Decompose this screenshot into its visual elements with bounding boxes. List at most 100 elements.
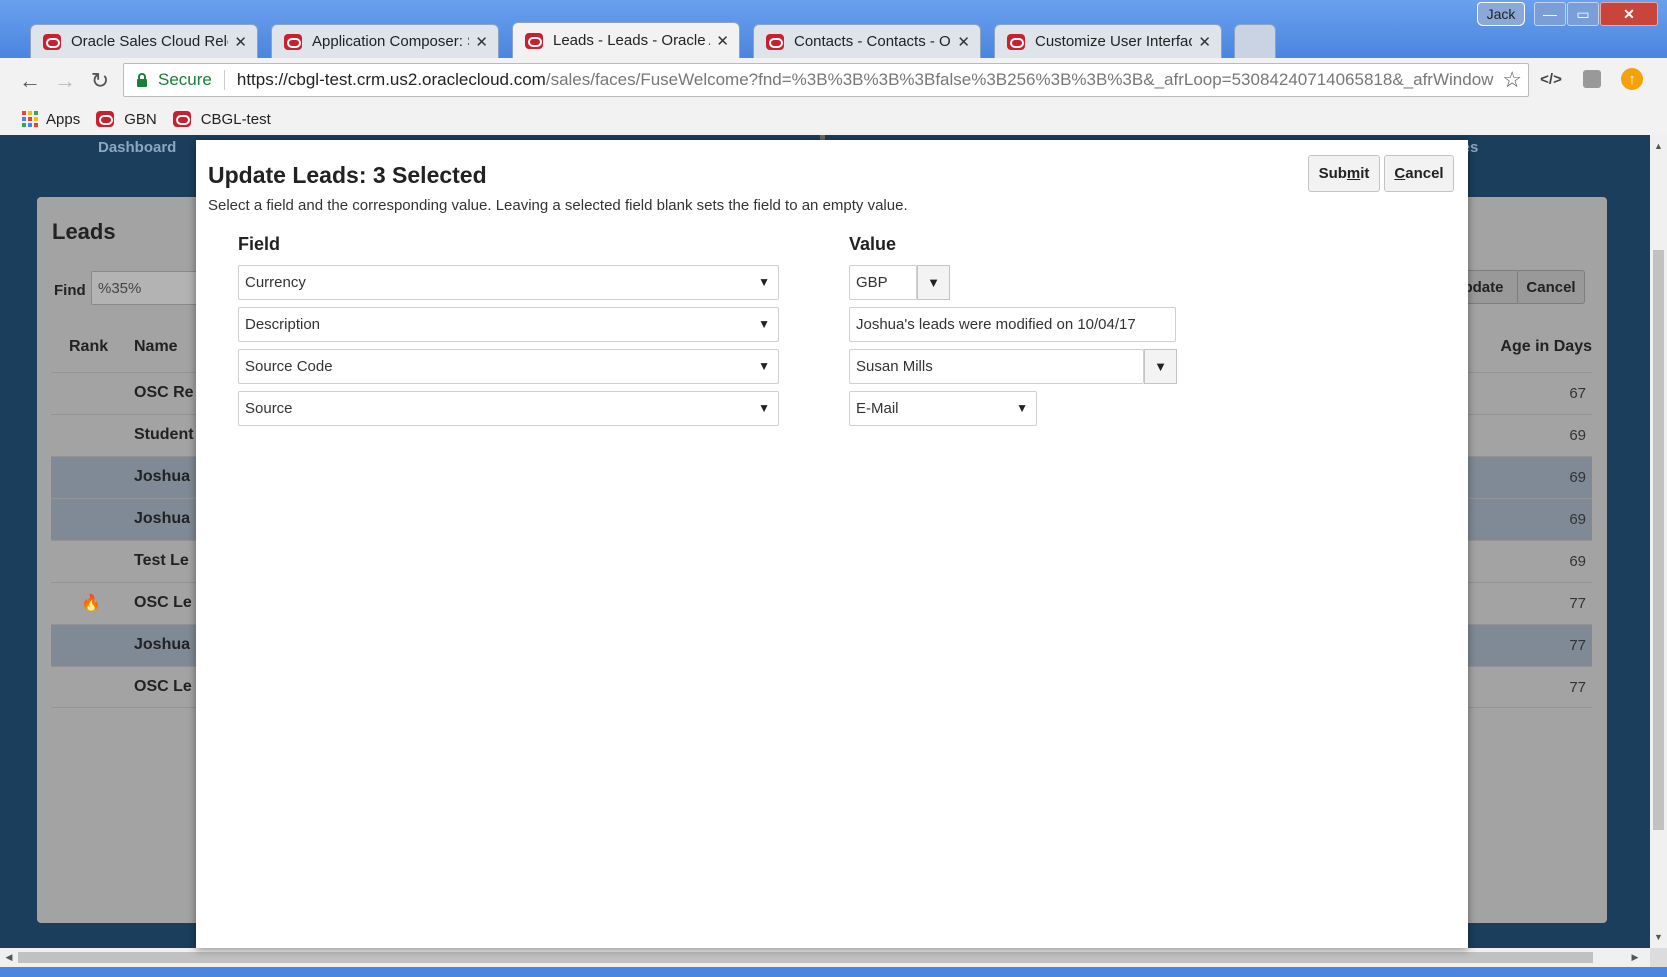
tab-title: Customize User Interface [1035, 33, 1193, 50]
leads-title: Leads [52, 219, 116, 244]
dialog-title: Update Leads: 3 Selected [208, 162, 487, 188]
scroll-left-arrow-icon[interactable]: ◀ [4, 952, 14, 963]
chevron-down-icon: ▼ [758, 401, 770, 415]
cancel-button[interactable]: Cancel [1517, 270, 1585, 304]
oracle-icon [43, 33, 61, 50]
value-text: Susan Mills [856, 358, 933, 375]
scroll-right-arrow-icon[interactable]: ▶ [1630, 952, 1640, 963]
close-icon[interactable]: ✕ [475, 33, 488, 51]
new-tab-button[interactable] [1234, 24, 1276, 58]
currency-dropdown-button[interactable]: ▼ [917, 265, 950, 300]
horizontal-scroll-thumb[interactable] [18, 952, 1593, 963]
field-column-header: Field [238, 234, 281, 254]
update-extension-icon[interactable]: ↑ [1620, 67, 1644, 91]
name-cell[interactable]: Joshua [134, 468, 190, 486]
column-header-age[interactable]: Age in Days [1500, 338, 1592, 356]
horizontal-scrollbar[interactable]: ◀ ▶ [0, 948, 1650, 967]
field-select-value: Currency [245, 274, 306, 291]
field-select-source-code[interactable]: Source Code ▼ [238, 349, 779, 384]
user-profile-badge[interactable]: Jack [1477, 2, 1525, 26]
column-header-name[interactable]: Name [134, 338, 178, 356]
extension-icon[interactable] [1580, 67, 1604, 91]
code-icon[interactable]: </> [1539, 67, 1563, 91]
bookmark-cbgl-test[interactable]: CBGL-test [172, 111, 271, 128]
field-select-value: Source [245, 400, 293, 417]
currency-value-input[interactable]: GBP ▼ [849, 265, 950, 300]
window-bottom-edge [0, 967, 1667, 977]
reload-icon[interactable]: ↻ [87, 68, 113, 94]
browser-tab[interactable]: Contacts - Contacts - Ora ✕ [753, 24, 981, 58]
update-leads-dialog: Update Leads: 3 Selected Select a field … [196, 140, 1468, 948]
source-value-select[interactable]: E-Mail ▼ [849, 391, 1037, 426]
minimize-button[interactable]: — [1534, 2, 1566, 26]
close-icon[interactable]: ✕ [1198, 33, 1211, 51]
forward-arrow-icon[interactable]: → [52, 68, 78, 94]
close-icon[interactable]: ✕ [957, 33, 970, 51]
chevron-down-icon: ▼ [927, 275, 940, 290]
browser-tab[interactable]: Application Composer: S ✕ [271, 24, 499, 58]
browser-tab-active[interactable]: Leads - Leads - Oracle Ap ✕ [512, 22, 740, 58]
age-cell: 69 [1569, 511, 1586, 528]
maximize-button[interactable]: ▭ [1567, 2, 1599, 26]
value-text: GBP [856, 274, 888, 291]
scroll-up-arrow-icon[interactable]: ▲ [1650, 141, 1667, 151]
url-host: https://cbgl-test.crm.us2.oraclecloud.co… [236, 70, 546, 89]
name-cell[interactable]: Test Le [134, 552, 189, 570]
chevron-down-icon: ▼ [758, 317, 770, 331]
chevron-down-icon: ▼ [758, 359, 770, 373]
bookmarks-bar: Apps GBN CBGL-test [0, 103, 1667, 135]
chevron-down-icon: ▼ [1016, 401, 1028, 415]
browser-tab[interactable]: Customize User Interface ✕ [994, 24, 1222, 58]
field-select-description[interactable]: Description ▼ [238, 307, 779, 342]
name-cell[interactable]: Student [134, 426, 194, 444]
url-path: /sales/faces/FuseWelcome?fnd=%3B%3B%3B%3… [545, 70, 1494, 89]
oracle-icon [766, 33, 784, 50]
close-icon[interactable]: ✕ [716, 32, 729, 50]
bookmark-apps[interactable]: Apps [22, 111, 80, 128]
bookmark-gbn[interactable]: GBN [96, 111, 157, 128]
name-cell[interactable]: OSC Le [134, 678, 192, 696]
field-select-value: Source Code [245, 358, 333, 375]
browser-tab[interactable]: Oracle Sales Cloud Release ✕ [30, 24, 258, 58]
value-column-header: Value [849, 234, 897, 254]
close-icon[interactable]: ✕ [234, 33, 247, 51]
age-cell: 67 [1569, 385, 1586, 402]
field-select-source[interactable]: Source ▼ [238, 391, 779, 426]
back-arrow-icon[interactable]: ← [17, 68, 43, 94]
name-cell[interactable]: Joshua [134, 636, 190, 654]
window-close-button[interactable]: ✕ [1600, 2, 1658, 26]
name-cell[interactable]: OSC Re [134, 384, 194, 402]
apps-grid-icon [22, 111, 38, 127]
vertical-scroll-thumb[interactable] [1653, 250, 1664, 830]
oracle-icon [525, 32, 543, 49]
cancel-button[interactable]: Cancel [1384, 155, 1454, 192]
nav-dashboard[interactable]: Dashboard [98, 139, 176, 156]
tab-title: Leads - Leads - Oracle Ap [553, 32, 711, 49]
oracle-icon [284, 33, 302, 50]
browser-titlebar: Oracle Sales Cloud Release ✕ Application… [0, 0, 1667, 58]
vertical-scrollbar[interactable]: ▲ ▼ [1650, 135, 1667, 948]
name-cell[interactable]: Joshua [134, 510, 190, 528]
source-code-value-input[interactable]: Susan Mills ▼ [849, 349, 1177, 384]
browser-toolbar: ← → ↻ Secure https://cbgl-test.crm.us2.o… [0, 58, 1667, 103]
bookmark-star-icon[interactable]: ☆ [1498, 67, 1522, 93]
name-cell[interactable]: OSC Le [134, 594, 192, 612]
value-text: E-Mail [856, 400, 899, 417]
omnibox-divider [223, 70, 225, 90]
scroll-down-arrow-icon[interactable]: ▼ [1650, 932, 1667, 942]
submit-button[interactable]: Sub m it [1308, 155, 1380, 192]
description-value-input[interactable]: Joshua's leads were modified on 10/04/17 [849, 307, 1176, 342]
tab-title: Oracle Sales Cloud Release [71, 33, 228, 50]
column-header-rank[interactable]: Rank [69, 338, 108, 356]
oracle-icon [1007, 33, 1025, 50]
source-code-dropdown-button[interactable]: ▼ [1144, 349, 1177, 384]
field-select-currency[interactable]: Currency ▼ [238, 265, 779, 300]
value-text: Joshua's leads were modified on 10/04/17 [856, 316, 1136, 333]
chevron-down-icon: ▼ [1154, 359, 1167, 374]
find-label: Find [54, 282, 86, 299]
hot-lead-flame-icon: 🔥 [81, 595, 101, 612]
address-bar[interactable]: Secure https://cbgl-test.crm.us2.oraclec… [123, 63, 1529, 97]
dialog-description: Select a field and the corresponding val… [208, 197, 908, 214]
age-cell: 69 [1569, 469, 1586, 486]
tab-title: Application Composer: S [312, 33, 470, 50]
